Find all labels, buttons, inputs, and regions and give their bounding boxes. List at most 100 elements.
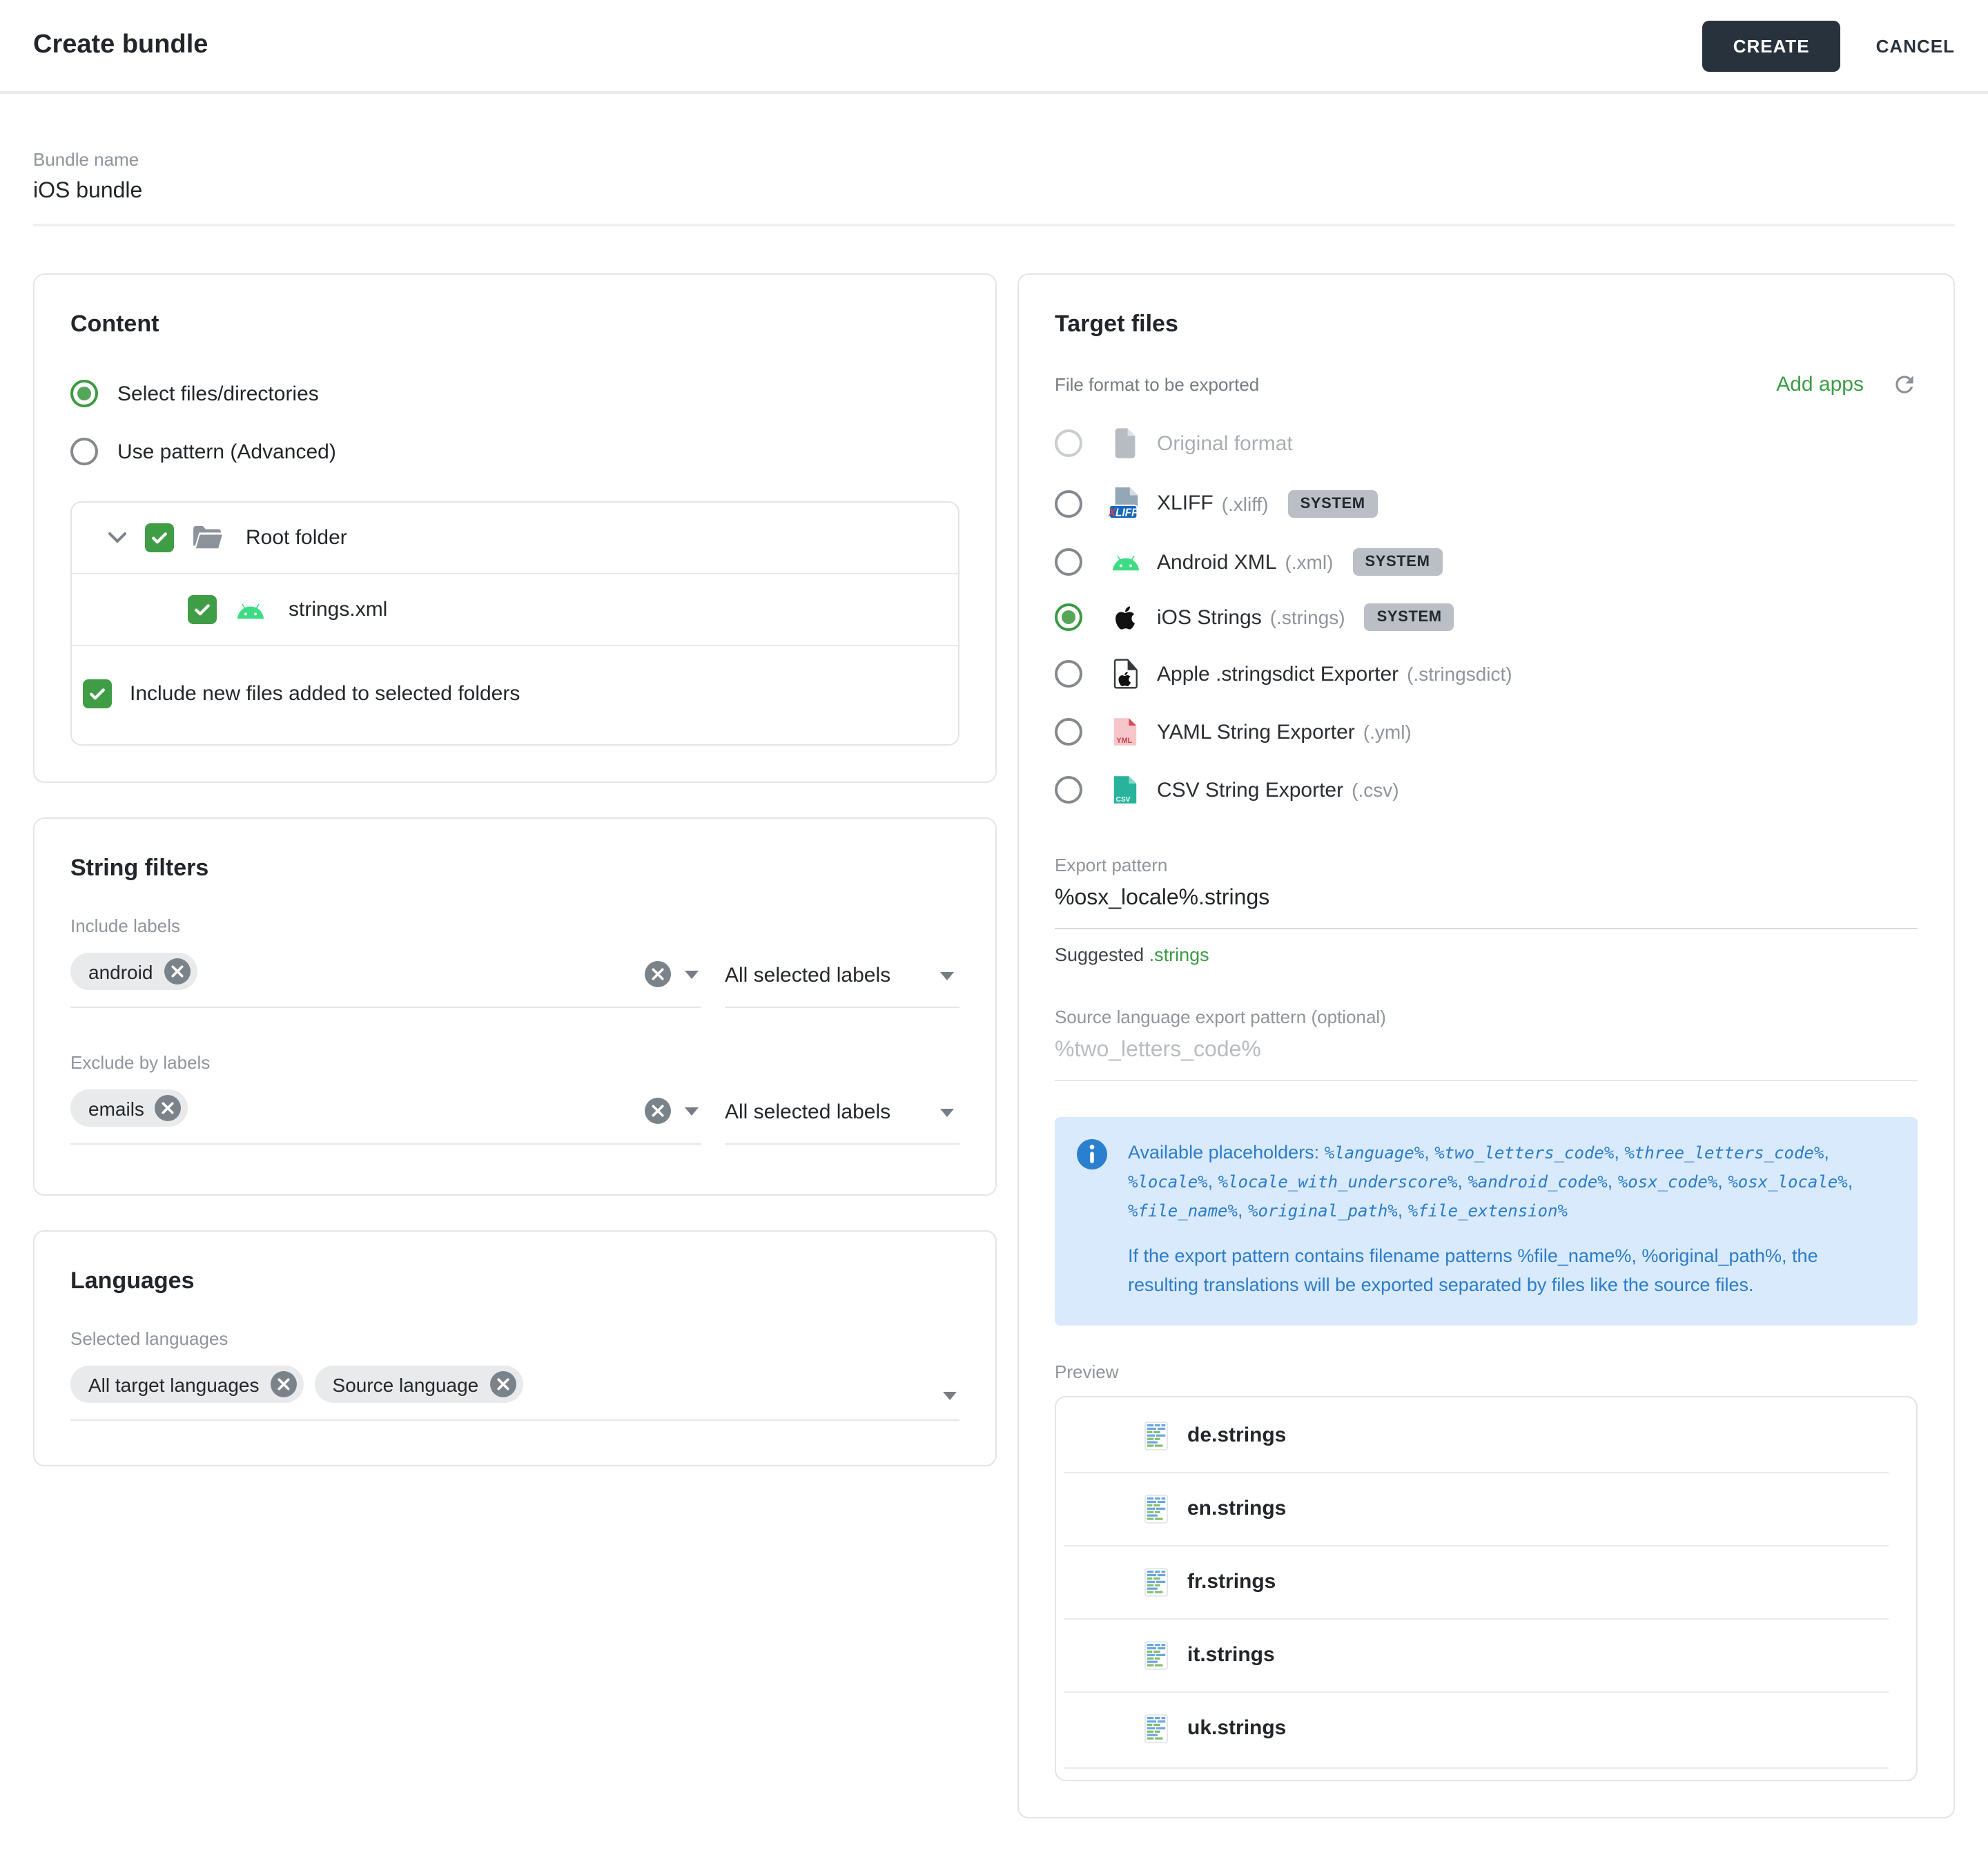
- strings-file-icon: [1144, 1640, 1168, 1670]
- chevron-down-icon[interactable]: [685, 1107, 699, 1115]
- create-button[interactable]: CREATE: [1703, 20, 1840, 71]
- radio-label: Select files/directories: [117, 382, 319, 405]
- placeholder-token: %two_letters_code%: [1434, 1143, 1614, 1163]
- include-new-files-label: Include new files added to selected fold…: [130, 682, 520, 706]
- label-chip: android: [70, 953, 197, 990]
- tree-row-root-folder[interactable]: Root folder: [72, 503, 958, 574]
- remove-chip-icon[interactable]: [164, 958, 190, 984]
- android-icon: [1107, 552, 1143, 572]
- format-label: YAML String Exporter: [1157, 720, 1355, 744]
- format-extension: (.xliff): [1222, 492, 1269, 514]
- format-radio[interactable]: [1055, 776, 1082, 804]
- format-radio[interactable]: [1055, 429, 1082, 457]
- format-option-stringsdict[interactable]: Apple .stringsdict Exporter (.stringsdic…: [1055, 645, 1918, 703]
- placeholder-token: %osx_locale%: [1728, 1172, 1847, 1192]
- csv-file-icon: CSV: [1107, 775, 1143, 805]
- refresh-icon[interactable]: [1891, 371, 1918, 398]
- format-extension: (.strings): [1270, 606, 1345, 628]
- placeholder-token: %file_name%: [1128, 1201, 1238, 1221]
- preview-row: uk.strings: [1056, 1692, 1916, 1764]
- root-folder-checkbox[interactable]: [145, 523, 174, 552]
- format-radio[interactable]: [1055, 603, 1082, 631]
- radio-button-unselected[interactable]: [70, 438, 98, 465]
- select-value: All selected labels: [725, 964, 890, 987]
- preview-label: Preview: [1055, 1361, 1918, 1381]
- system-badge: SYSTEM: [1352, 548, 1442, 576]
- format-extension: (.yml): [1363, 721, 1412, 743]
- exclude-labels-mode-select[interactable]: All selected labels: [725, 1087, 959, 1145]
- format-option-android-xml[interactable]: Android XML (.xml) SYSTEM: [1055, 534, 1918, 590]
- format-option-yaml[interactable]: YML YAML String Exporter (.yml): [1055, 703, 1918, 761]
- selected-languages-field[interactable]: All target languages Source language: [70, 1357, 959, 1421]
- target-files-title: Target files: [1055, 311, 1918, 338]
- format-radio[interactable]: [1055, 548, 1082, 576]
- placeholder-token: %language%: [1325, 1143, 1425, 1163]
- radio-select-files[interactable]: Select files/directories: [70, 380, 959, 407]
- placeholder-token: %android_code%: [1468, 1172, 1607, 1192]
- include-new-files-row[interactable]: Include new files added to selected fold…: [72, 646, 958, 744]
- page-title: Create bundle: [33, 30, 208, 61]
- remove-chip-icon[interactable]: [271, 1371, 297, 1397]
- bundle-name-input[interactable]: iOS bundle: [33, 179, 1955, 204]
- include-labels-field[interactable]: android: [70, 944, 701, 1008]
- add-apps-link[interactable]: Add apps: [1776, 373, 1864, 396]
- placeholder-token: %locale_with_underscore%: [1218, 1172, 1458, 1192]
- radio-button-selected[interactable]: [70, 380, 98, 407]
- format-option-original-format[interactable]: Original format: [1055, 414, 1918, 472]
- divider: [1064, 1767, 1889, 1768]
- strings-file-icon: [1144, 1713, 1168, 1743]
- bundle-name-field[interactable]: Bundle name iOS bundle: [33, 149, 1955, 226]
- chevron-down-icon[interactable]: [108, 532, 127, 544]
- export-pattern-input[interactable]: %osx_locale%.strings: [1055, 886, 1918, 929]
- clear-all-icon[interactable]: [645, 1098, 671, 1124]
- include-labels-label: Include labels: [70, 915, 959, 936]
- chevron-down-icon[interactable]: [943, 1392, 957, 1400]
- tree-file-label: strings.xml: [289, 598, 387, 621]
- svg-text:XLIFF: XLIFF: [1108, 507, 1138, 518]
- preview-row: en.strings: [1056, 1473, 1916, 1544]
- format-option-xliff[interactable]: XLIFF XLIFF (.xliff) SYSTEM: [1055, 472, 1918, 534]
- selected-languages-label: Selected languages: [70, 1328, 959, 1349]
- include-labels-mode-select[interactable]: All selected labels: [725, 950, 959, 1008]
- suggested-extension-link[interactable]: .strings: [1149, 944, 1209, 965]
- content-title: Content: [70, 311, 959, 338]
- format-label: Android XML: [1157, 550, 1276, 574]
- format-label: CSV String Exporter: [1157, 778, 1343, 802]
- clear-all-icon[interactable]: [645, 961, 671, 987]
- remove-chip-icon[interactable]: [155, 1095, 182, 1121]
- include-new-files-checkbox[interactable]: [83, 679, 112, 708]
- stringsdict-file-icon: [1107, 659, 1143, 689]
- chevron-down-icon: [940, 971, 954, 980]
- file-checkbox[interactable]: [188, 595, 217, 624]
- exclude-labels-label: Exclude by labels: [70, 1052, 959, 1073]
- radio-label: Use pattern (Advanced): [117, 440, 336, 463]
- apple-icon: [1107, 604, 1143, 630]
- info-note: If the export pattern contains filename …: [1128, 1243, 1893, 1301]
- create-bundle-page: Create bundle CREATE CANCEL Bundle name …: [0, 0, 1988, 1690]
- format-extension: (.csv): [1352, 779, 1399, 801]
- chip-text: Source language: [333, 1373, 479, 1395]
- format-radio[interactable]: [1055, 489, 1082, 517]
- format-option-csv[interactable]: CSV CSV String Exporter (.csv): [1055, 761, 1918, 819]
- system-badge: SYSTEM: [1288, 489, 1378, 517]
- string-filters-title: String filters: [70, 855, 959, 882]
- strings-file-icon: [1144, 1566, 1168, 1597]
- exclude-labels-field[interactable]: emails: [70, 1081, 701, 1145]
- format-radio[interactable]: [1055, 718, 1082, 746]
- source-pattern-input[interactable]: %two_letters_code%: [1055, 1038, 1918, 1081]
- remove-chip-icon[interactable]: [489, 1371, 516, 1397]
- chevron-down-icon[interactable]: [685, 970, 699, 978]
- suggested-label: Suggested: [1055, 944, 1144, 965]
- header-actions: CREATE CANCEL: [1703, 20, 1955, 71]
- cancel-button[interactable]: CANCEL: [1876, 35, 1955, 56]
- preview-file-name: it.strings: [1187, 1643, 1275, 1667]
- preview-file-name: en.strings: [1187, 1497, 1286, 1520]
- content-card: Content Select files/directories Use pat…: [33, 273, 997, 783]
- format-radio[interactable]: [1055, 660, 1082, 688]
- format-option-ios-strings[interactable]: iOS Strings (.strings) SYSTEM: [1055, 590, 1918, 645]
- radio-use-pattern[interactable]: Use pattern (Advanced): [70, 438, 959, 465]
- format-list: Original format XLIFF XLIFF (.xliff) SYS: [1055, 414, 1918, 819]
- tree-row-strings-xml[interactable]: strings.xml: [72, 574, 958, 646]
- file-format-label: File format to be exported: [1055, 374, 1259, 395]
- system-badge: SYSTEM: [1365, 603, 1454, 631]
